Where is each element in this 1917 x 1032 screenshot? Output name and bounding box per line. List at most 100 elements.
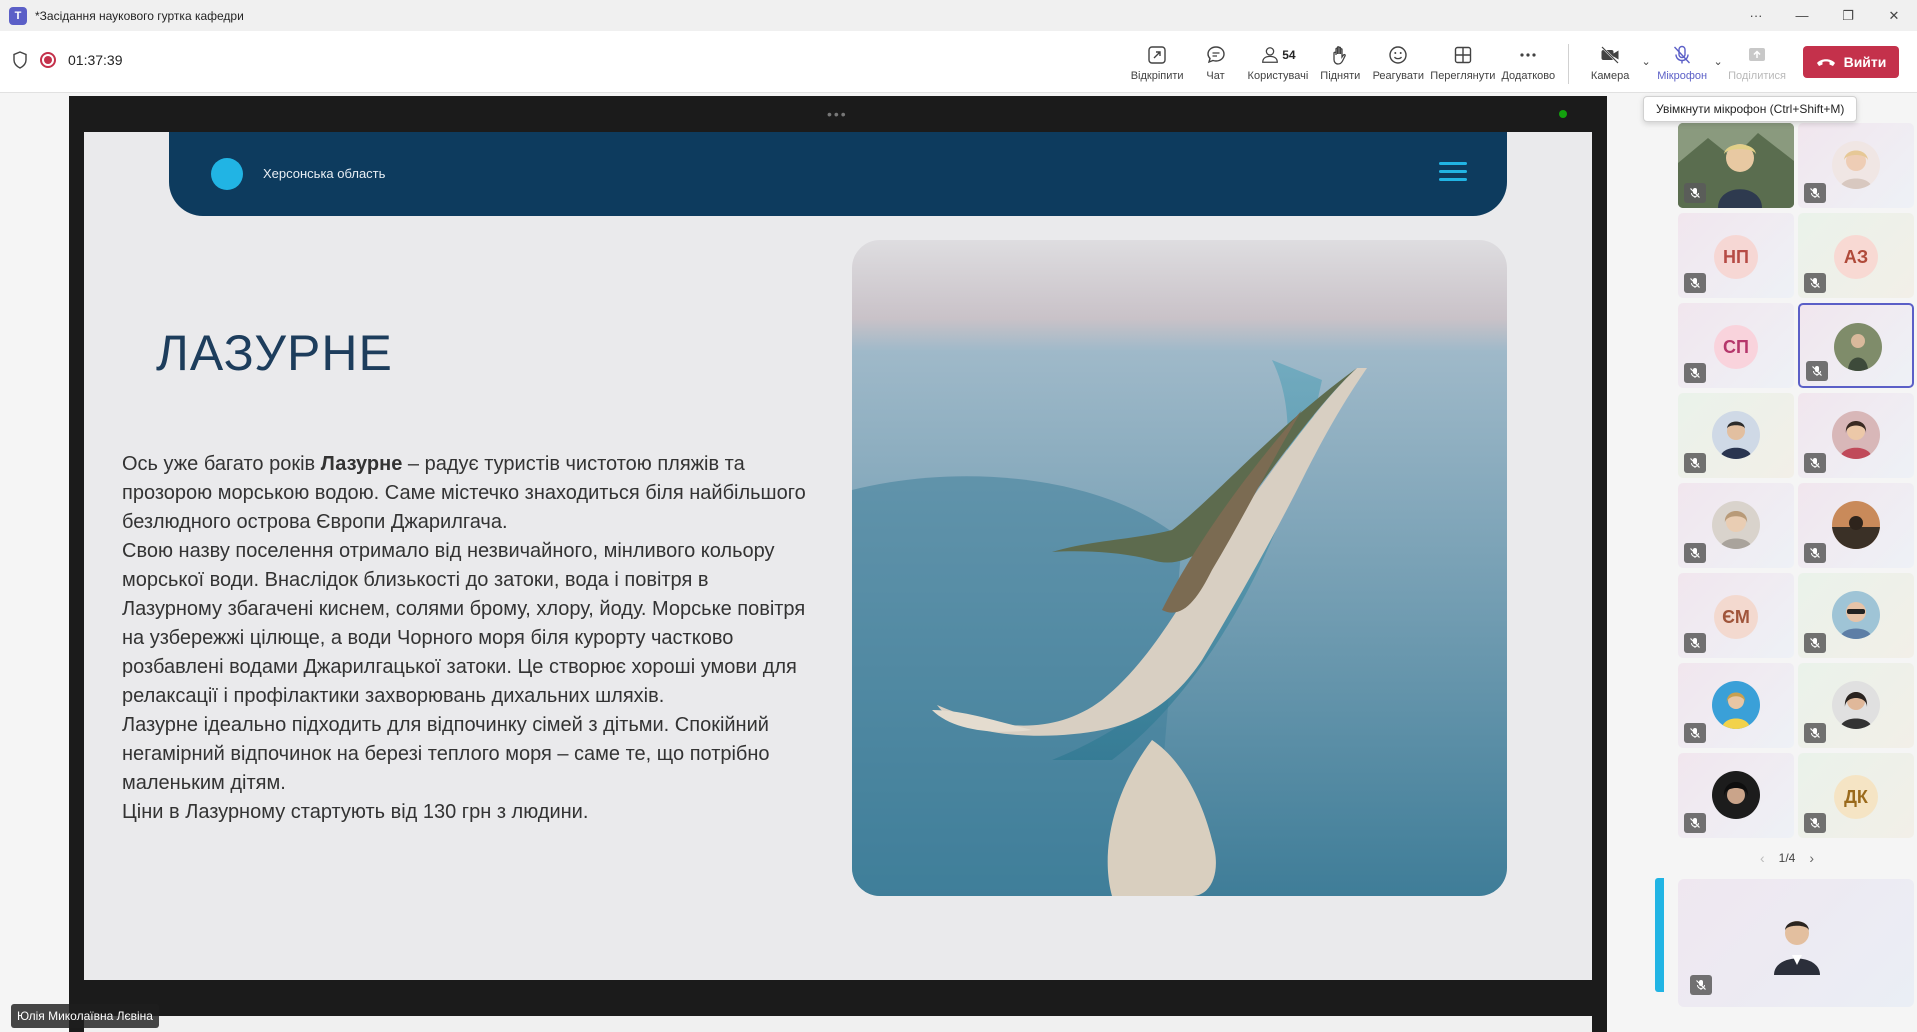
microphone-button[interactable]: Мікрофон <box>1653 40 1711 82</box>
shared-screen: ••• Херсонська область ЛАЗУРНЕ Ось уже б… <box>69 96 1664 1032</box>
muted-icon <box>1804 543 1826 563</box>
participant-initials: АЗ <box>1834 235 1878 279</box>
leave-button[interactable]: Вийти <box>1803 46 1899 78</box>
participant-tile[interactable]: ЄМ <box>1678 573 1794 658</box>
shield-icon <box>13 51 27 69</box>
more-button[interactable]: Додатково <box>1498 40 1558 82</box>
muted-icon <box>1804 453 1826 473</box>
next-slide-edge <box>84 1016 1592 1032</box>
muted-icon <box>1684 363 1706 383</box>
gallery-next-button[interactable]: › <box>1809 850 1814 866</box>
participant-tile[interactable] <box>1798 573 1914 658</box>
meeting-toolbar: 01:37:39 Відкріпити Чат 54 Користувачі П… <box>0 31 1917 93</box>
share-button[interactable]: Поділитися <box>1725 40 1789 82</box>
people-icon <box>1262 47 1279 63</box>
self-avatar <box>1774 921 1820 975</box>
gallery-prev-button[interactable]: ‹ <box>1760 850 1765 866</box>
self-video-tile[interactable] <box>1678 879 1914 1007</box>
view-button[interactable]: Переглянути <box>1427 40 1498 82</box>
muted-icon <box>1804 183 1826 203</box>
slide-paragraph-2: Свою назву поселення отримало від незвич… <box>122 540 806 707</box>
camera-button[interactable]: Камера <box>1581 40 1639 82</box>
participants-button[interactable]: 54 Користувачі <box>1245 40 1312 82</box>
recording-icon <box>40 52 56 68</box>
view-label: Переглянути <box>1430 70 1496 82</box>
teams-logo-icon: T <box>9 6 27 25</box>
toolbar-actions: Відкріпити Чат 54 Користувачі Підняти Ре… <box>1128 40 1899 86</box>
muted-icon <box>1684 273 1706 293</box>
mic-options-chevron-icon[interactable]: ⌄ <box>1711 36 1725 86</box>
muted-icon <box>1684 543 1706 563</box>
microphone-label: Мікрофон <box>1657 70 1708 82</box>
participant-tile[interactable] <box>1798 663 1914 748</box>
leave-label: Вийти <box>1843 54 1887 70</box>
slide-paragraph-1: Ось уже багато років Лазурне – радує тур… <box>122 453 806 533</box>
participant-tile[interactable]: АЗ <box>1798 213 1914 298</box>
participant-tile-selected[interactable] <box>1798 303 1914 388</box>
grid-view-icon <box>1454 46 1472 64</box>
participant-tile[interactable]: СП <box>1678 303 1794 388</box>
muted-icon <box>1804 273 1826 293</box>
muted-icon <box>1804 723 1826 743</box>
muted-icon <box>1690 975 1712 995</box>
muted-icon <box>1684 723 1706 743</box>
mic-off-icon <box>1674 45 1691 64</box>
chat-button[interactable]: Чат <box>1187 40 1245 82</box>
raise-hand-label: Підняти <box>1320 70 1361 82</box>
muted-icon <box>1804 633 1826 653</box>
participant-avatar <box>1832 411 1880 459</box>
window-minimize-button[interactable]: — <box>1779 0 1825 31</box>
chat-icon <box>1206 46 1225 64</box>
slide-paragraph-4: Ціни в Лазурному стартують від 130 грн з… <box>122 801 589 823</box>
participant-avatar <box>1832 501 1880 549</box>
muted-icon <box>1684 453 1706 473</box>
participant-tile[interactable] <box>1678 393 1794 478</box>
toolbar-separator <box>1568 44 1570 84</box>
participant-avatar <box>1832 141 1880 189</box>
muted-icon <box>1684 813 1706 833</box>
unpin-button[interactable]: Відкріпити <box>1128 40 1187 82</box>
react-button[interactable]: Реагувати <box>1369 40 1427 82</box>
microphone-tooltip: Увімкнути мікрофон (Ctrl+Shift+M) <box>1643 96 1858 122</box>
participant-initials: СП <box>1714 325 1758 369</box>
window-title: *Засідання наукового гуртка кафедри <box>35 8 244 23</box>
camera-options-chevron-icon[interactable]: ⌄ <box>1639 36 1653 86</box>
participant-tile[interactable] <box>1798 393 1914 478</box>
raise-hand-button[interactable]: Підняти <box>1311 40 1369 82</box>
phone-hangup-icon <box>1816 59 1835 66</box>
participants-count: 54 <box>1282 48 1296 62</box>
participant-tile[interactable] <box>1798 483 1914 568</box>
hamburger-menu-icon <box>1439 162 1467 184</box>
smile-icon <box>1389 46 1407 64</box>
participant-initials: ДК <box>1834 775 1878 819</box>
participant-tile[interactable] <box>1678 483 1794 568</box>
window-more-button[interactable]: ··· <box>1733 0 1779 31</box>
muted-icon <box>1804 813 1826 833</box>
window-close-button[interactable]: ✕ <box>1871 0 1917 31</box>
participant-avatar <box>1832 591 1880 639</box>
participant-tile[interactable] <box>1678 123 1794 208</box>
more-label: Додатково <box>1501 70 1556 82</box>
camera-off-icon <box>1601 46 1619 64</box>
gallery-page-indicator: 1/4 <box>1778 851 1796 865</box>
participant-tile[interactable]: НП <box>1678 213 1794 298</box>
muted-icon <box>1684 633 1706 653</box>
participant-avatar <box>1712 501 1760 549</box>
stage-handle-icon[interactable]: ••• <box>827 106 848 122</box>
window-restore-button[interactable]: ❐ <box>1825 0 1871 31</box>
participant-tile[interactable] <box>1798 123 1914 208</box>
meeting-timer: 01:37:39 <box>68 52 123 68</box>
participant-avatar <box>1832 681 1880 729</box>
gallery-pager: ‹ 1/4 › <box>1760 850 1814 866</box>
participants-label: Користувачі <box>1247 70 1309 82</box>
participant-tile[interactable] <box>1678 663 1794 748</box>
spit-aerial-photo <box>852 240 1507 896</box>
more-icon <box>1520 53 1536 57</box>
meeting-status: 01:37:39 <box>12 51 123 69</box>
participant-tile[interactable] <box>1678 753 1794 838</box>
chat-label: Чат <box>1206 70 1225 82</box>
participant-avatar <box>1712 411 1760 459</box>
participant-tile[interactable]: ДК <box>1798 753 1914 838</box>
slide-header: Херсонська область <box>169 132 1507 216</box>
window-controls: ··· — ❐ ✕ <box>1733 0 1917 31</box>
